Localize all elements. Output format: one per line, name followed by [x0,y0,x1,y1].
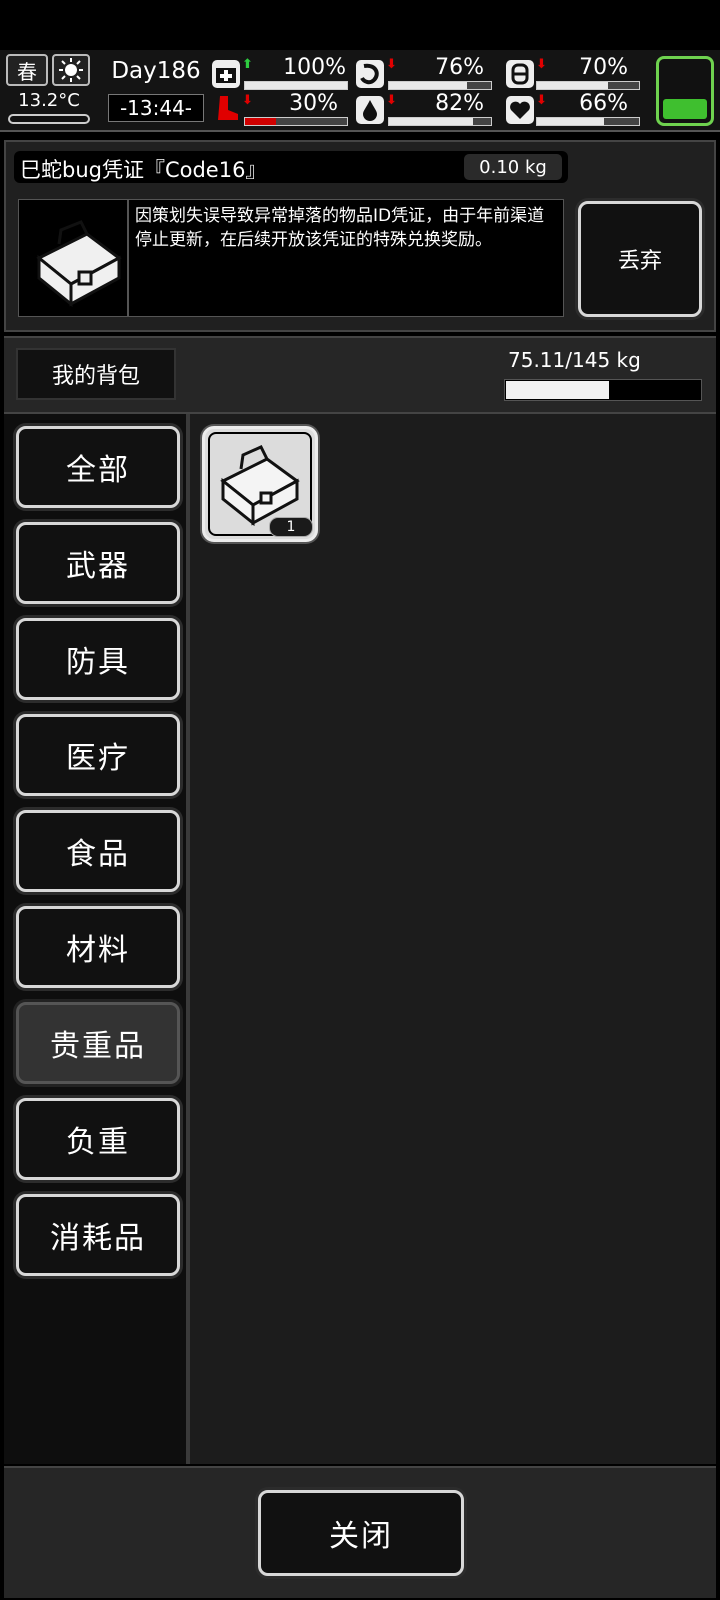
thermometer-icon [8,114,90,124]
category-label: 消耗品 [50,1221,146,1256]
stamina-bar [244,117,348,126]
category-label: 食品 [66,837,130,872]
category-label: 全部 [66,453,130,488]
inventory-slot[interactable]: 1 [202,426,318,542]
health-bar [244,81,348,90]
category-label: 医疗 [66,741,130,776]
category-materials[interactable]: 材料 [16,906,180,988]
item-weight: 0.10 kg [464,154,562,180]
stat-mood: ⬇ 66% [506,92,656,128]
category-label: 防具 [66,645,130,680]
stat-energy: ⬇ 70% [506,56,656,92]
water-drop-icon [356,96,384,124]
stat-hunger: ⬇ 76% [356,56,506,92]
stat-stamina: ⬇ 30% [210,92,360,128]
mood-percent: 66% [579,91,628,116]
thirst-percent: 82% [435,91,484,116]
category-label: 武器 [66,549,130,584]
health-percent: 100% [283,55,346,80]
category-medical[interactable]: 医疗 [16,714,180,796]
energy-percent: 70% [579,55,628,80]
category-label: 贵重品 [50,1029,146,1064]
close-button[interactable]: 关闭 [258,1490,464,1576]
weather-sun-icon [52,54,90,86]
bag-title: 我的背包 [16,348,176,400]
category-label: 负重 [66,1125,130,1160]
thirst-bar [388,117,492,126]
mood-bar [536,117,640,126]
item-image [18,199,128,317]
close-label: 关闭 [329,1519,393,1554]
boot-icon [214,94,240,122]
battery-icon [656,56,714,126]
item-name: 巳蛇bug凭证『Code16』 [20,158,267,182]
clock-display: -13:44- [108,94,204,122]
item-count-badge: 1 [269,517,313,537]
hunger-percent: 76% [435,55,484,80]
bag-capacity-text: 75.11/145 kg [508,348,641,372]
temperature-readout: 13.2°C [18,90,80,111]
category-sidebar: 全部 武器 防具 医疗 食品 材料 贵重品 负重 消耗品 [4,414,188,1464]
season-label: 春 [17,59,37,84]
category-weapons[interactable]: 武器 [16,522,180,604]
day-counter: Day186 [111,58,201,84]
category-armor[interactable]: 防具 [16,618,180,700]
stomach-icon [356,60,384,88]
stamina-percent: 30% [289,91,338,116]
bag-capacity-fill [506,381,609,399]
toolbox-icon [36,220,122,308]
item-description: 因策划失误导致异常掉落的物品ID凭证，由于年前渠道停止更新，在后续开放该凭证的特… [128,199,564,317]
category-carry[interactable]: 负重 [16,1098,180,1180]
medkit-icon [212,60,240,88]
hunger-bar [388,81,492,90]
stat-thirst: ⬇ 82% [356,92,506,128]
energy-bar [536,81,640,90]
season-badge: 春 [6,54,48,86]
stat-health: ⬆ 100% [210,56,360,92]
discard-button[interactable]: 丢弃 [578,201,702,317]
category-consumables[interactable]: 消耗品 [16,1194,180,1276]
category-food[interactable]: 食品 [16,810,180,892]
category-valuables[interactable]: 贵重品 [16,1002,180,1084]
inventory-grid: 1 [190,414,716,1464]
category-all[interactable]: 全部 [16,426,180,508]
discard-label: 丢弃 [617,249,662,274]
category-label: 材料 [66,933,130,968]
